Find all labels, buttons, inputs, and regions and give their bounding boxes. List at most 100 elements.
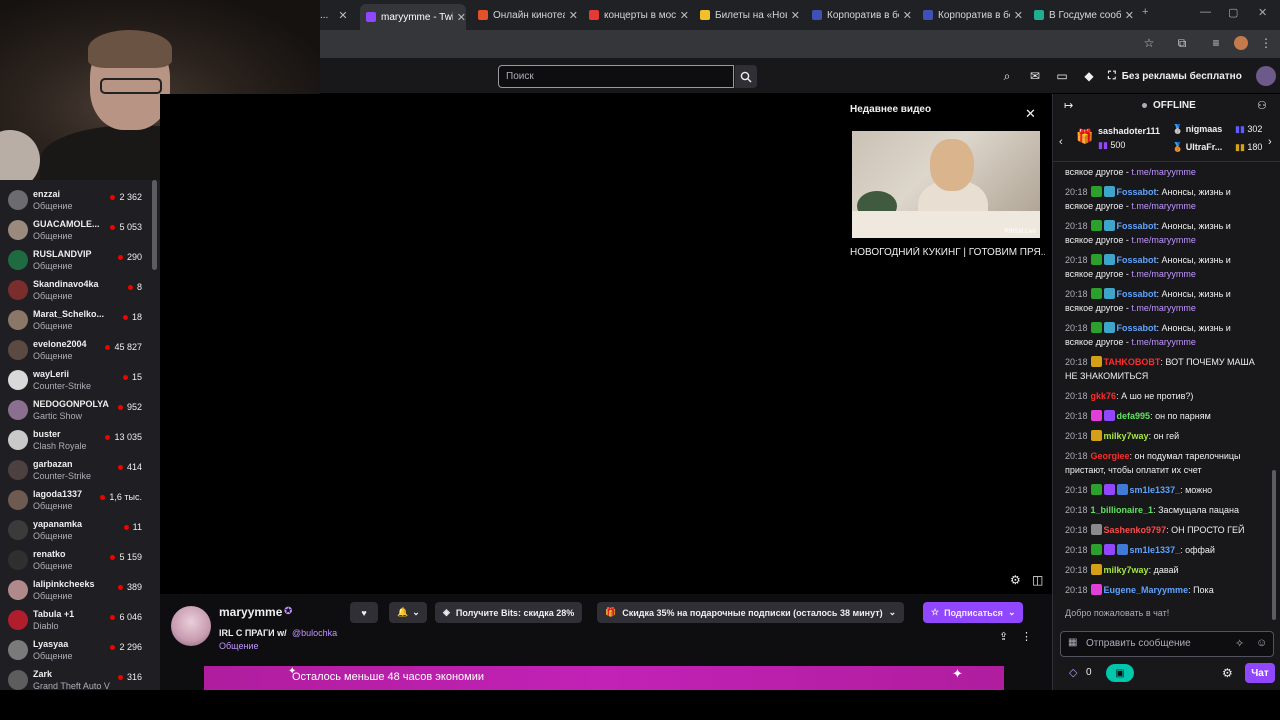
chat-username[interactable]: TAHKOBOBT	[1104, 357, 1161, 367]
community-icon[interactable]: ⚇	[1257, 99, 1267, 112]
recent-video-caption[interactable]: НОВОГОДНИЙ КУКИНГ | ГОТОВИМ ПРЯ...	[850, 247, 1045, 258]
chat-username[interactable]: sm1le1337_	[1130, 545, 1181, 555]
new-tab-button[interactable]: +	[1142, 6, 1148, 18]
get-bits-button[interactable]: ◈ Получите Bits: скидка 28%	[435, 602, 583, 623]
sidebar-channel[interactable]: RUSLANDVIP Общение 290	[0, 245, 150, 275]
collapse-chat-icon[interactable]: ↦	[1064, 99, 1073, 112]
chat-username[interactable]: milky7way	[1104, 431, 1149, 441]
no-ads-button[interactable]: ⛶ Без рекламы бесплатно	[1108, 66, 1242, 86]
stream-category[interactable]: Общение	[219, 641, 258, 651]
chat-badge-icon[interactable]	[1103, 544, 1115, 555]
chat-username[interactable]: milky7way	[1104, 565, 1149, 575]
chat-badge-icon[interactable]	[1103, 410, 1115, 421]
recent-video-thumbnail[interactable]: PRISM Live	[852, 131, 1040, 238]
chat-link[interactable]: t.me/maryymme	[1131, 235, 1196, 245]
chat-username[interactable]: Fossabot	[1117, 289, 1157, 299]
minimize-button[interactable]: —	[1200, 6, 1211, 18]
chat-scrollbar[interactable]	[1272, 470, 1276, 620]
extensions-icon[interactable]: ⧉	[1173, 34, 1191, 52]
chat-identity-icon[interactable]: ▦	[1068, 637, 1077, 648]
sidebar-channel[interactable]: garbazan Counter-Strike 414	[0, 455, 150, 485]
drops-icon[interactable]: ◆	[1081, 68, 1097, 84]
chat-badge-icon[interactable]	[1090, 564, 1102, 575]
sidebar-channel[interactable]: GUACAMOLE... Общение 5 053	[0, 215, 150, 245]
browser-tab[interactable]: Корпоратив в бе ✕	[806, 5, 912, 25]
chat-badge-icon[interactable]	[1090, 356, 1102, 367]
browser-menu-icon[interactable]: ⋮	[1257, 34, 1275, 52]
close-window-button[interactable]: ✕	[1258, 6, 1267, 19]
close-tab-icon[interactable]: ✕	[903, 9, 912, 22]
chat-username[interactable]: Fossabot	[1117, 221, 1157, 231]
sidebar-channel[interactable]: renatko Общение 5 159	[0, 545, 150, 575]
sidebar-channel[interactable]: Marat_Schelko... Общение 18	[0, 305, 150, 335]
browser-tab[interactable]: Онлайн кинотеатр ✕	[472, 5, 578, 25]
chat-link[interactable]: t.me/maryymme	[1131, 303, 1196, 313]
browser-tab[interactable]: Билеты на «Нова ✕	[694, 5, 800, 25]
browser-tab[interactable]: концерты в моск ✕	[583, 5, 689, 25]
crown-icon[interactable]: ⌕	[999, 68, 1015, 84]
chat-badge-icon[interactable]	[1103, 220, 1115, 231]
chat-username[interactable]: Georgiee	[1091, 451, 1130, 461]
subscribe-button[interactable]: ☆ Подписаться ⌄	[923, 602, 1024, 623]
close-tab-icon[interactable]: ✕	[1014, 9, 1023, 22]
chat-badge-icon[interactable]	[1090, 544, 1102, 555]
leader-2-name[interactable]: 🥉 UltraFr...	[1172, 142, 1222, 153]
close-tab-icon[interactable]: ✕	[680, 9, 689, 22]
chat-badge-icon[interactable]	[1116, 484, 1128, 495]
chat-badge-icon[interactable]	[1103, 254, 1115, 265]
chat-send-button[interactable]: Чат	[1245, 663, 1275, 683]
browser-tab[interactable]: Корпоратив в бе ✕	[917, 5, 1023, 25]
chat-link[interactable]: t.me/maryymme	[1131, 201, 1196, 211]
chat-username[interactable]: Sashenko9797	[1104, 525, 1167, 535]
search-button[interactable]	[735, 65, 757, 88]
sidebar-channel[interactable]: Skandinavo4ka Общение 8	[0, 275, 150, 305]
notifications-button[interactable]: 🔔 ⌄	[389, 602, 427, 623]
chat-badge-icon[interactable]	[1090, 322, 1102, 333]
inbox-icon[interactable]: ✉	[1027, 68, 1043, 84]
chat-settings-icon[interactable]: ⚙	[1222, 666, 1233, 680]
browser-tab[interactable]: В Госдуме сообщ ✕	[1028, 5, 1134, 25]
media-controls-icon[interactable]: ≡	[1207, 34, 1225, 52]
theater-mode-icon[interactable]: ◫	[1032, 573, 1043, 587]
chat-username[interactable]: 1_billionaire_1	[1091, 505, 1154, 515]
chat-link[interactable]: t.me/maryymme	[1131, 167, 1196, 177]
chat-badge-icon[interactable]	[1090, 484, 1102, 495]
channel-points-button[interactable]: ▣	[1106, 664, 1134, 682]
chat-badge-icon[interactable]	[1090, 524, 1102, 535]
chat-username[interactable]: Fossabot	[1117, 323, 1157, 333]
chat-badge-icon[interactable]	[1103, 322, 1115, 333]
chat-username[interactable]: Fossabot	[1117, 187, 1157, 197]
share-icon[interactable]: ⇪	[999, 630, 1008, 643]
chat-link[interactable]: t.me/maryymme	[1131, 269, 1196, 279]
close-tab-icon[interactable]: ✕	[569, 9, 578, 22]
chat-username[interactable]: defa995	[1117, 411, 1151, 421]
profile-avatar-icon[interactable]	[1232, 34, 1250, 52]
chat-badge-icon[interactable]	[1090, 220, 1102, 231]
sidebar-channel[interactable]: enzzai Общение 2 362	[0, 185, 150, 215]
sidebar-channel[interactable]: evelone2004 Общение 45 827	[0, 335, 150, 365]
channel-avatar[interactable]	[171, 606, 211, 646]
more-options-icon[interactable]: ⋮	[1021, 630, 1032, 643]
settings-gear-icon[interactable]: ⚙	[1010, 573, 1021, 587]
channel-name[interactable]: maryymme	[219, 605, 282, 619]
sidebar-channel[interactable]: NEDOGONPOLYA Gartic Show 952	[0, 395, 150, 425]
sidebar-channel[interactable]: Lyasyaa Общение 2 296	[0, 635, 150, 665]
sidebar-channel[interactable]: lalipinkcheeks Общение 389	[0, 575, 150, 605]
chat-badge-icon[interactable]	[1090, 254, 1102, 265]
sidebar-channel[interactable]: buster Clash Royale 13 035	[0, 425, 150, 455]
user-avatar[interactable]	[1256, 66, 1276, 86]
sidebar-channel[interactable]: wayLerii Counter-Strike 15	[0, 365, 150, 395]
chevron-right-icon[interactable]: ›	[1268, 136, 1272, 148]
sidebar-channel[interactable]: Zark Grand Theft Auto V 316	[0, 665, 150, 690]
close-tab-icon[interactable]: ✕	[1125, 9, 1134, 22]
chat-badge-icon[interactable]	[1090, 584, 1102, 595]
close-tab-icon[interactable]: ✕	[457, 11, 466, 24]
chat-badge-icon[interactable]	[1103, 484, 1115, 495]
sidebar-channel[interactable]: lagoda1337 Общение 1,6 тыс.	[0, 485, 150, 515]
stream-title-mention[interactable]: @bulochka	[292, 628, 337, 638]
gift-subs-button[interactable]: 🎁 Скидка 35% на подарочные подписки (оста…	[597, 602, 905, 623]
follow-heart-button[interactable]: ♥	[350, 602, 378, 623]
close-tab-icon[interactable]: ✕	[338, 9, 348, 22]
close-tab-icon[interactable]: ✕	[791, 9, 800, 22]
maximize-button[interactable]: ▢	[1228, 6, 1238, 19]
